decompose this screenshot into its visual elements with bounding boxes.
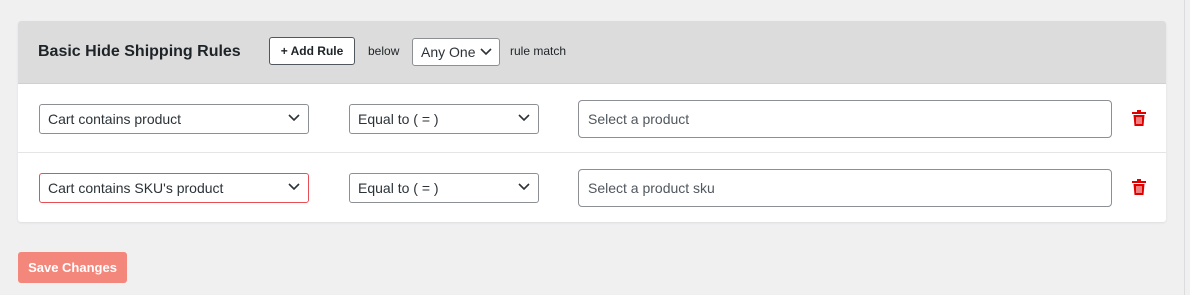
- operator-select[interactable]: Equal to ( = ): [349, 104, 539, 134]
- panel-title: Basic Hide Shipping Rules: [38, 43, 241, 60]
- chevron-down-icon: [288, 183, 300, 191]
- rule-row: Cart contains SKU's product Equal to ( =…: [18, 153, 1166, 222]
- page-divider: [1184, 0, 1185, 295]
- condition-select-value: Cart contains SKU's product: [48, 180, 224, 196]
- save-changes-button[interactable]: Save Changes: [18, 252, 127, 283]
- chevron-down-icon: [518, 114, 530, 122]
- add-rule-button[interactable]: + Add Rule: [269, 37, 355, 65]
- rules-panel: Basic Hide Shipping Rules + Add Rule bel…: [18, 21, 1166, 222]
- operator-select-value: Equal to ( = ): [358, 180, 439, 196]
- condition-select[interactable]: Cart contains SKU's product: [39, 173, 309, 203]
- rules-panel-header: Basic Hide Shipping Rules + Add Rule bel…: [18, 21, 1166, 84]
- product-select-field[interactable]: Select a product: [578, 100, 1112, 138]
- rule-match-select-value: Any One: [421, 44, 476, 60]
- sku-select-placeholder: Select a product sku: [588, 180, 715, 196]
- sku-select-field[interactable]: Select a product sku: [578, 169, 1112, 207]
- rule-row: Cart contains product Equal to ( = ) Sel…: [18, 84, 1166, 153]
- product-select-placeholder: Select a product: [588, 111, 690, 127]
- condition-select-value: Cart contains product: [48, 111, 182, 127]
- condition-select[interactable]: Cart contains product: [39, 104, 309, 134]
- rule-match-label: rule match: [510, 44, 567, 58]
- operator-select[interactable]: Equal to ( = ): [349, 173, 539, 203]
- trash-icon[interactable]: [1132, 179, 1146, 195]
- rule-match-select[interactable]: Any One: [412, 38, 500, 66]
- trash-icon[interactable]: [1132, 110, 1146, 126]
- chevron-down-icon: [518, 183, 530, 191]
- chevron-down-icon: [480, 48, 492, 56]
- operator-select-value: Equal to ( = ): [358, 111, 439, 127]
- chevron-down-icon: [288, 114, 300, 122]
- below-label: below: [368, 44, 400, 58]
